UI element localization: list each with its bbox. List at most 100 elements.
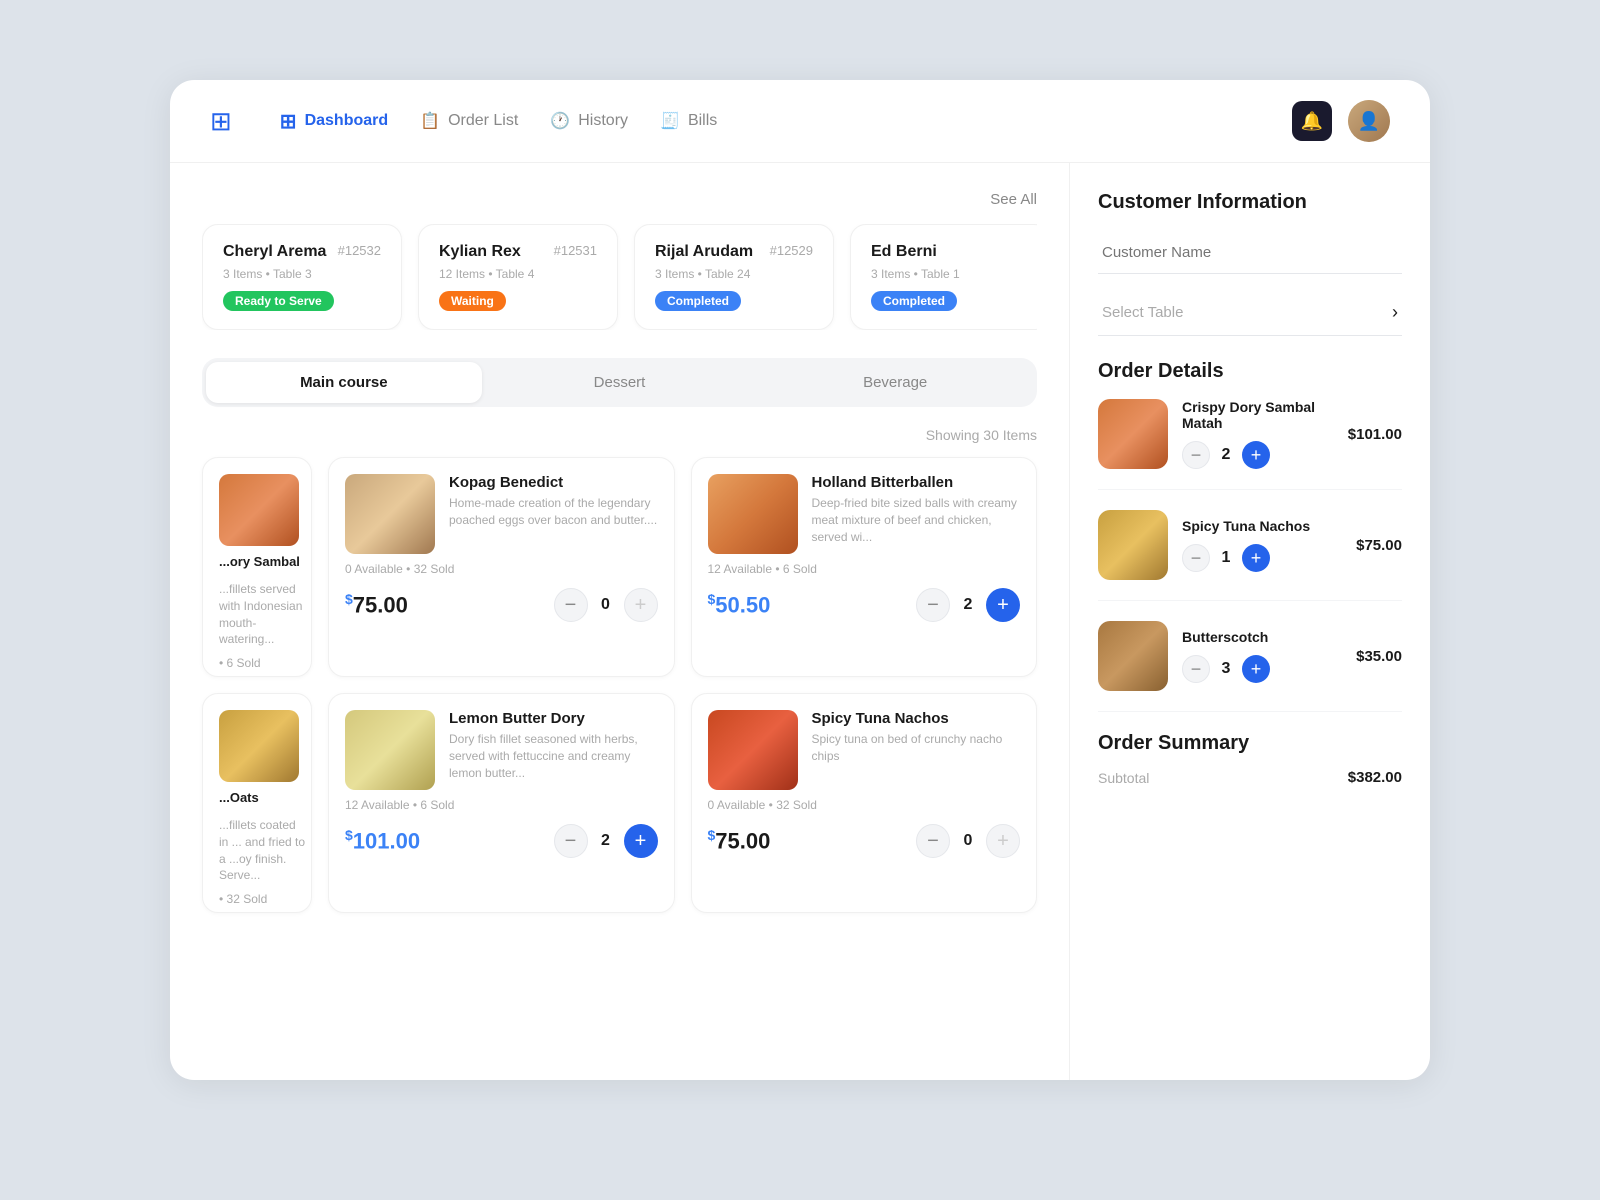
- order-card-0[interactable]: Cheryl Arema #12532 3 Items • Table 3 Re…: [202, 224, 402, 330]
- order-decrease-2[interactable]: −: [1182, 655, 1210, 683]
- menu-info-2: Lemon Butter Dory Dory fish fillet seaso…: [449, 710, 658, 790]
- qty-num-3: 0: [960, 832, 976, 850]
- notification-button[interactable]: 🔔: [1292, 101, 1332, 141]
- order-meta-0: 3 Items • Table 3: [223, 267, 381, 281]
- qty-num-2: 2: [598, 832, 614, 850]
- order-item-name-1: Spicy Tuna Nachos: [1182, 518, 1342, 534]
- partial-card-0[interactable]: ...ory Sambal ...fillets served with Ind…: [202, 457, 312, 677]
- order-badge-0: Ready to Serve: [223, 291, 334, 311]
- qty-decrease-1[interactable]: −: [916, 588, 950, 622]
- subtotal-value: $382.00: [1348, 769, 1402, 786]
- order-id-0: #12532: [338, 243, 381, 258]
- menu-img-3: [708, 710, 798, 790]
- tab-dessert[interactable]: Dessert: [482, 362, 758, 403]
- menu-title-0: Kopag Benedict: [449, 474, 658, 491]
- left-panel: See All Cheryl Arema #12532 3 Items • Ta…: [170, 163, 1070, 1080]
- menu-item-1[interactable]: Holland Bitterballen Deep-fried bite siz…: [691, 457, 1038, 677]
- qty-decrease-3[interactable]: −: [916, 824, 950, 858]
- order-item-name-0: Crispy Dory Sambal Matah: [1182, 399, 1334, 431]
- qty-increase-2[interactable]: +: [624, 824, 658, 858]
- order-item-controls-0: − 2 +: [1182, 441, 1334, 469]
- menu-info-0: Kopag Benedict Home-made creation of the…: [449, 474, 658, 554]
- menu-desc-3: Spicy tuna on bed of crunchy nacho chips: [812, 731, 1021, 765]
- order-card-3[interactable]: Ed Berni 3 Items • Table 1 Completed: [850, 224, 1037, 330]
- menu-img-1: [708, 474, 798, 554]
- qty-increase-0[interactable]: +: [624, 588, 658, 622]
- order-item-controls-2: − 3 +: [1182, 655, 1342, 683]
- right-panel: Customer Information Select Table › Orde…: [1070, 163, 1430, 1080]
- order-card-1[interactable]: Kylian Rex #12531 12 Items • Table 4 Wai…: [418, 224, 618, 330]
- order-item-0: Crispy Dory Sambal Matah − 2 + $101.00: [1098, 399, 1402, 490]
- nav-order-list-label: Order List: [448, 112, 518, 130]
- qty-increase-3[interactable]: +: [986, 824, 1020, 858]
- order-card-2[interactable]: Rijal Arudam #12529 3 Items • Table 24 C…: [634, 224, 834, 330]
- menu-price-2: $101.00: [345, 827, 420, 854]
- partial-card-1[interactable]: ...Oats ...fillets coated in ... and fri…: [202, 693, 312, 913]
- nav-dashboard[interactable]: ⊞ Dashboard: [280, 109, 388, 134]
- order-item-controls-1: − 1 +: [1182, 544, 1342, 572]
- tab-main-course[interactable]: Main course: [206, 362, 482, 403]
- nav-history[interactable]: 🕐 History: [550, 111, 628, 131]
- order-item-1: Spicy Tuna Nachos − 1 + $75.00: [1098, 510, 1402, 601]
- select-table-dropdown[interactable]: Select Table ›: [1098, 290, 1402, 336]
- menu-item-0[interactable]: Kopag Benedict Home-made creation of the…: [328, 457, 675, 677]
- menu-img-0: [345, 474, 435, 554]
- order-decrease-1[interactable]: −: [1182, 544, 1210, 572]
- menu-footer-3: $75.00 − 0 +: [708, 824, 1021, 858]
- menu-footer-1: $50.50 − 2 +: [708, 588, 1021, 622]
- order-increase-0[interactable]: +: [1242, 441, 1270, 469]
- order-badge-3: Completed: [871, 291, 957, 311]
- qty-increase-1[interactable]: +: [986, 588, 1020, 622]
- customer-info-title: Customer Information: [1098, 191, 1402, 214]
- order-qty-2: 3: [1218, 660, 1234, 678]
- menu-desc-1: Deep-fried bite sized balls with creamy …: [812, 495, 1021, 545]
- qty-decrease-0[interactable]: −: [554, 588, 588, 622]
- menu-card-top-0: Kopag Benedict Home-made creation of the…: [345, 474, 658, 554]
- customer-name-input[interactable]: [1098, 232, 1402, 274]
- menu-price-0: $75.00: [345, 591, 408, 618]
- dashboard-icon: ⊞: [280, 109, 297, 134]
- order-name-1: Kylian Rex: [439, 243, 521, 261]
- bills-icon: 🧾: [660, 111, 680, 131]
- menu-item-2[interactable]: Lemon Butter Dory Dory fish fillet seaso…: [328, 693, 675, 913]
- menu-img-2: [345, 710, 435, 790]
- select-table-label: Select Table: [1102, 304, 1183, 321]
- qty-controls-3: − 0 +: [916, 824, 1020, 858]
- partial-menu-column: ...ory Sambal ...fillets served with Ind…: [202, 457, 312, 913]
- order-name-0: Cheryl Arema: [223, 243, 326, 261]
- order-name-3: Ed Berni: [871, 243, 937, 261]
- showing-label: Showing 30 Items: [202, 427, 1037, 443]
- order-increase-1[interactable]: +: [1242, 544, 1270, 572]
- qty-decrease-2[interactable]: −: [554, 824, 588, 858]
- menu-tabs: Main course Dessert Beverage: [202, 358, 1037, 407]
- navbar: ⊞ ⊞ Dashboard 📋 Order List 🕐 History 🧾 B…: [170, 80, 1430, 163]
- qty-controls-2: − 2 +: [554, 824, 658, 858]
- menu-info-3: Spicy Tuna Nachos Spicy tuna on bed of c…: [812, 710, 1021, 790]
- menu-price-3: $75.00: [708, 827, 771, 854]
- qty-num-0: 0: [598, 596, 614, 614]
- order-badge-1: Waiting: [439, 291, 506, 311]
- order-decrease-0[interactable]: −: [1182, 441, 1210, 469]
- avatar[interactable]: 👤: [1348, 100, 1390, 142]
- order-card-header-2: Rijal Arudam #12529: [655, 243, 813, 261]
- nav-bills[interactable]: 🧾 Bills: [660, 111, 717, 131]
- menu-grid: Kopag Benedict Home-made creation of the…: [328, 457, 1037, 913]
- order-item-price-2: $35.00: [1356, 648, 1402, 665]
- order-badge-2: Completed: [655, 291, 741, 311]
- menu-title-2: Lemon Butter Dory: [449, 710, 658, 727]
- order-details-title: Order Details: [1098, 360, 1402, 383]
- order-id-1: #12531: [554, 243, 597, 258]
- nav-dashboard-label: Dashboard: [305, 112, 389, 130]
- orders-section-header: See All: [202, 191, 1037, 208]
- nav-bills-label: Bills: [688, 112, 717, 130]
- order-item-info-1: Spicy Tuna Nachos − 1 +: [1182, 518, 1342, 572]
- order-increase-2[interactable]: +: [1242, 655, 1270, 683]
- tab-beverage[interactable]: Beverage: [757, 362, 1033, 403]
- see-all-button[interactable]: See All: [990, 191, 1037, 208]
- summary-subtotal-row: Subtotal $382.00: [1098, 769, 1402, 786]
- nav-order-list[interactable]: 📋 Order List: [420, 111, 518, 131]
- bell-icon: 🔔: [1301, 111, 1323, 132]
- menu-item-3[interactable]: Spicy Tuna Nachos Spicy tuna on bed of c…: [691, 693, 1038, 913]
- order-item-info-2: Butterscotch − 3 +: [1182, 629, 1342, 683]
- order-card-header-1: Kylian Rex #12531: [439, 243, 597, 261]
